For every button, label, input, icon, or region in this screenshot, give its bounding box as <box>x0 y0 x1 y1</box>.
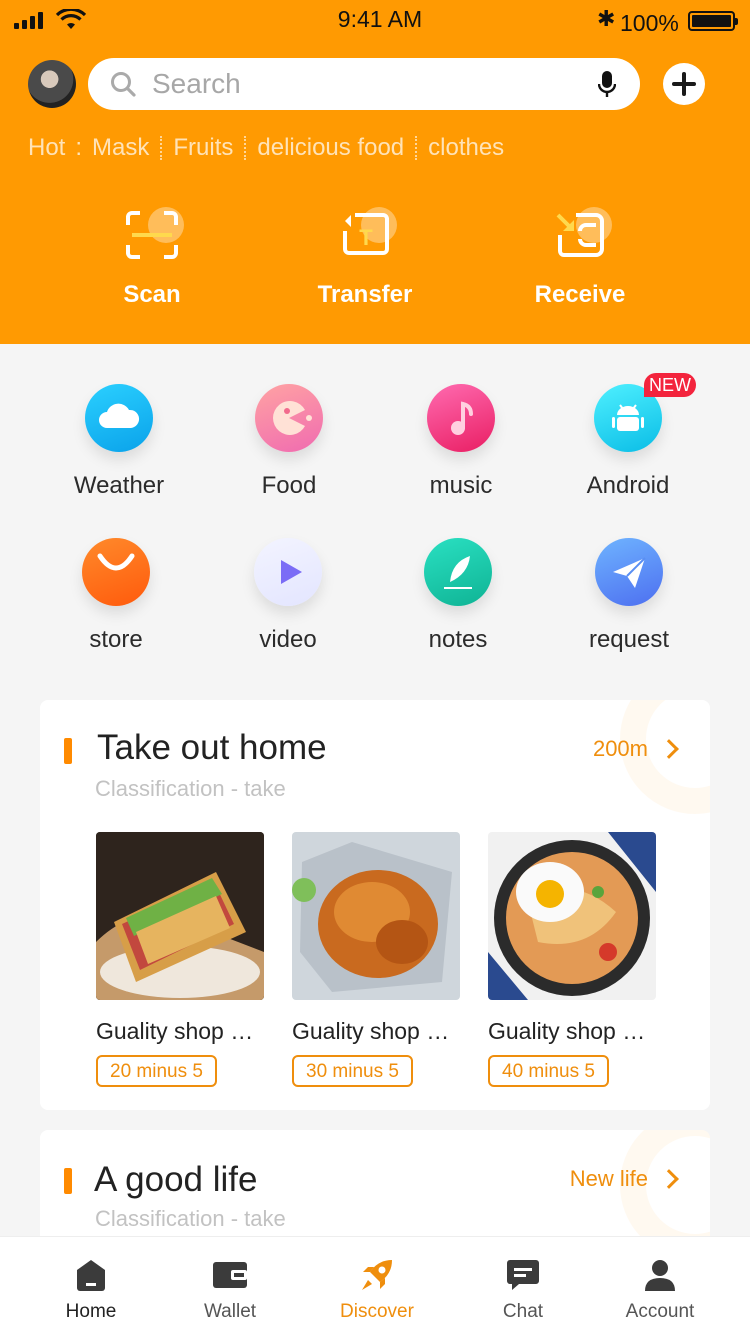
scan-icon <box>126 211 178 259</box>
scan-button[interactable]: Scan <box>77 205 227 309</box>
roast-chicken-image <box>292 832 460 1000</box>
receive-icon <box>556 213 604 257</box>
hot-label: Hot <box>28 134 66 161</box>
play-icon <box>254 538 322 606</box>
shop-name: Guality shop name <box>96 1018 256 1044</box>
status-bar: 9:41 AM ✱ 100% <box>0 0 750 44</box>
shop-item[interactable]: Guality shop name 40 minus 5 <box>488 832 656 1087</box>
account-icon <box>645 1260 675 1291</box>
hot-colon: : <box>75 134 83 161</box>
search-input[interactable] <box>152 58 572 110</box>
shop-item[interactable]: Guality shop name 30 minus 5 <box>292 832 460 1087</box>
search-bar[interactable] <box>88 58 640 110</box>
hot-tag[interactable]: Fruits <box>173 134 233 162</box>
new-life-link[interactable]: New life <box>570 1166 648 1192</box>
grid-item-android[interactable]: Android <box>558 384 698 500</box>
paper-plane-icon <box>595 538 663 606</box>
food-icon <box>255 384 323 452</box>
bluetooth-icon: ✱ <box>597 6 616 31</box>
search-icon <box>111 72 136 97</box>
tab-wallet[interactable]: Wallet <box>170 1257 290 1323</box>
shop-name: Guality shop name <box>488 1018 648 1044</box>
card-title: Take out home <box>97 728 327 767</box>
smile-bag-icon <box>82 538 150 606</box>
grid-label: Weather <box>73 472 165 499</box>
section-marker <box>64 738 72 764</box>
grid-label: store <box>89 626 143 653</box>
grid-label: notes <box>428 626 488 653</box>
card-title: A good life <box>94 1160 258 1199</box>
card-subtitle: Classification - take <box>95 776 286 801</box>
takeout-card: Take out home Classification - take 200m… <box>40 700 710 1110</box>
transfer-label: Transfer <box>317 281 413 308</box>
grid-item-video[interactable]: video <box>218 538 358 654</box>
shop-name: Guality shop name <box>292 1018 452 1044</box>
grid-label: Food <box>261 472 317 499</box>
grid-label: Android <box>586 472 670 499</box>
hot-tag[interactable]: Mask <box>92 134 149 162</box>
discount-badge: 40 minus 5 <box>488 1055 609 1087</box>
egg-noodles-image <box>488 832 656 1000</box>
tab-chat[interactable]: Chat <box>463 1257 583 1323</box>
grid-item-food[interactable]: Food <box>219 384 359 500</box>
feather-icon <box>424 538 492 606</box>
grid-item-request[interactable]: request <box>559 538 699 654</box>
transfer-button[interactable]: T Transfer <box>290 205 440 309</box>
tab-label: Discover <box>340 1301 414 1322</box>
scan-label: Scan <box>123 281 181 308</box>
tab-account[interactable]: Account <box>600 1257 720 1323</box>
discount-badge: 30 minus 5 <box>292 1055 413 1087</box>
card-subtitle: Classification - take <box>95 1206 286 1231</box>
tab-discover[interactable]: Discover <box>317 1257 437 1323</box>
chat-icon <box>507 1260 539 1290</box>
hot-tag[interactable]: delicious food <box>257 134 404 162</box>
battery-icon <box>688 11 738 31</box>
tab-label: Chat <box>502 1301 544 1322</box>
tab-label: Account <box>625 1301 695 1322</box>
grid-item-weather[interactable]: Weather <box>49 384 189 500</box>
transfer-icon: T <box>343 213 389 255</box>
grid-item-notes[interactable]: notes <box>388 538 528 654</box>
hot-tags: Hot : Mask Fruits delicious food clothes <box>28 134 504 162</box>
header: 9:41 AM ✱ 100% Hot : Mask Fruits delicio… <box>0 0 750 344</box>
grid-item-music[interactable]: music <box>391 384 531 500</box>
tab-label: Wallet <box>203 1301 257 1322</box>
new-badge: NEW <box>644 373 696 397</box>
sandwich-image <box>96 832 264 1000</box>
grid-label: request <box>588 626 670 653</box>
grid-item-store[interactable]: store <box>46 538 186 654</box>
discount-badge: 20 minus 5 <box>96 1055 217 1087</box>
music-note-icon <box>427 384 495 452</box>
avatar[interactable] <box>28 60 76 108</box>
battery-percent: 100% <box>620 10 679 36</box>
grid-label: video <box>259 626 317 653</box>
rocket-icon <box>362 1260 392 1290</box>
wallet-icon <box>213 1262 247 1288</box>
receive-label: Receive <box>534 281 626 308</box>
hot-tag[interactable]: clothes <box>428 134 504 162</box>
microphone-icon[interactable] <box>598 71 616 99</box>
receive-button[interactable]: Receive <box>505 205 655 309</box>
tab-label: Home <box>65 1301 117 1322</box>
svg-text:T: T <box>359 225 373 250</box>
distance-link[interactable]: 200m <box>593 736 648 762</box>
grid-label: music <box>429 472 493 499</box>
tab-bar: Home Wallet Discover Chat Account <box>0 1236 750 1334</box>
tab-home[interactable]: Home <box>31 1257 151 1323</box>
add-button[interactable] <box>663 63 705 105</box>
home-icon <box>77 1260 105 1291</box>
shop-item[interactable]: Guality shop name 20 minus 5 <box>96 832 264 1087</box>
section-marker <box>64 1168 72 1194</box>
cloud-icon <box>85 384 153 452</box>
